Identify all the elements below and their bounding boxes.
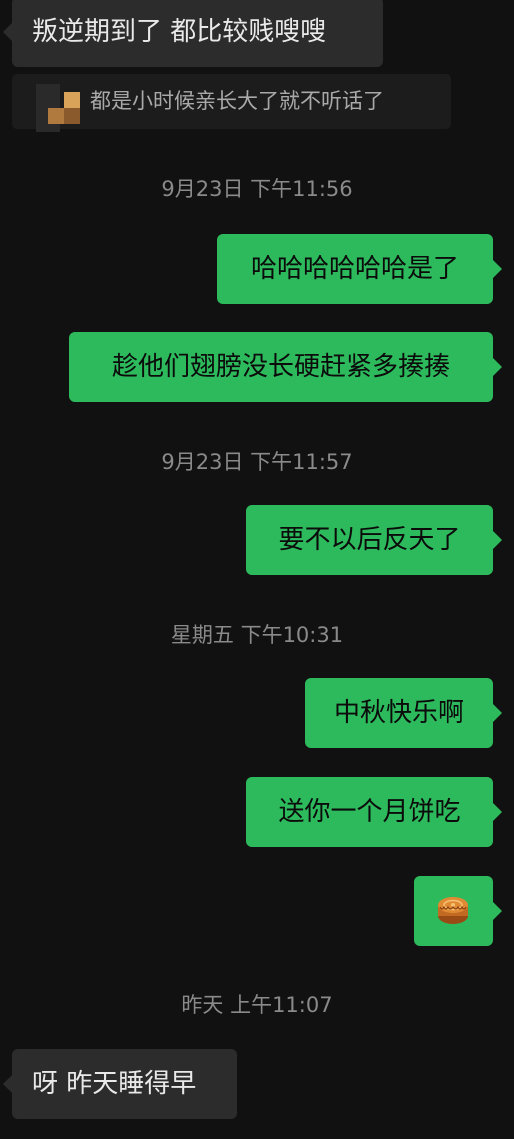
outgoing-message-bubble[interactable]: 中秋快乐啊 bbox=[305, 678, 502, 748]
timestamp: 昨天 上午11:07 bbox=[181, 993, 333, 1017]
outgoing-emoji-bubble[interactable] bbox=[414, 876, 502, 946]
outgoing-message-bubble[interactable]: 要不以后反天了 bbox=[246, 505, 502, 575]
timestamp: 星期五 下午10:31 bbox=[170, 623, 344, 647]
message-text: 送你一个月饼吃 bbox=[278, 797, 461, 827]
message-text: 要不以后反天了 bbox=[278, 525, 461, 555]
message-text: 中秋快乐啊 bbox=[333, 698, 464, 728]
quoted-message[interactable]: 都是小时候亲长大了就不听话了 bbox=[12, 74, 451, 132]
mooncake-icon bbox=[438, 897, 468, 924]
timestamp: 9月23日 下午11:57 bbox=[161, 450, 353, 474]
incoming-message-bubble[interactable]: 叛逆期到了 都比较贱嗖嗖 bbox=[3, 0, 383, 67]
outgoing-message-bubble[interactable]: 哈哈哈哈哈哈是了 bbox=[217, 234, 502, 304]
blurred-thumbnail-icon bbox=[36, 84, 84, 132]
outgoing-message-bubble[interactable]: 送你一个月饼吃 bbox=[246, 777, 502, 847]
message-text: 叛逆期到了 都比较贱嗖嗖 bbox=[32, 17, 327, 47]
quoted-text: 都是小时候亲长大了就不听话了 bbox=[90, 89, 384, 113]
timestamp: 9月23日 下午11:56 bbox=[161, 177, 353, 201]
outgoing-message-bubble[interactable]: 趁他们翅膀没长硬赶紧多揍揍 bbox=[69, 332, 502, 402]
incoming-message-bubble[interactable]: 呀 昨天睡得早 bbox=[3, 1049, 237, 1119]
message-text: 趁他们翅膀没长硬赶紧多揍揍 bbox=[111, 352, 450, 382]
message-text: 呀 昨天睡得早 bbox=[32, 1069, 197, 1099]
message-text: 哈哈哈哈哈哈是了 bbox=[250, 254, 459, 284]
